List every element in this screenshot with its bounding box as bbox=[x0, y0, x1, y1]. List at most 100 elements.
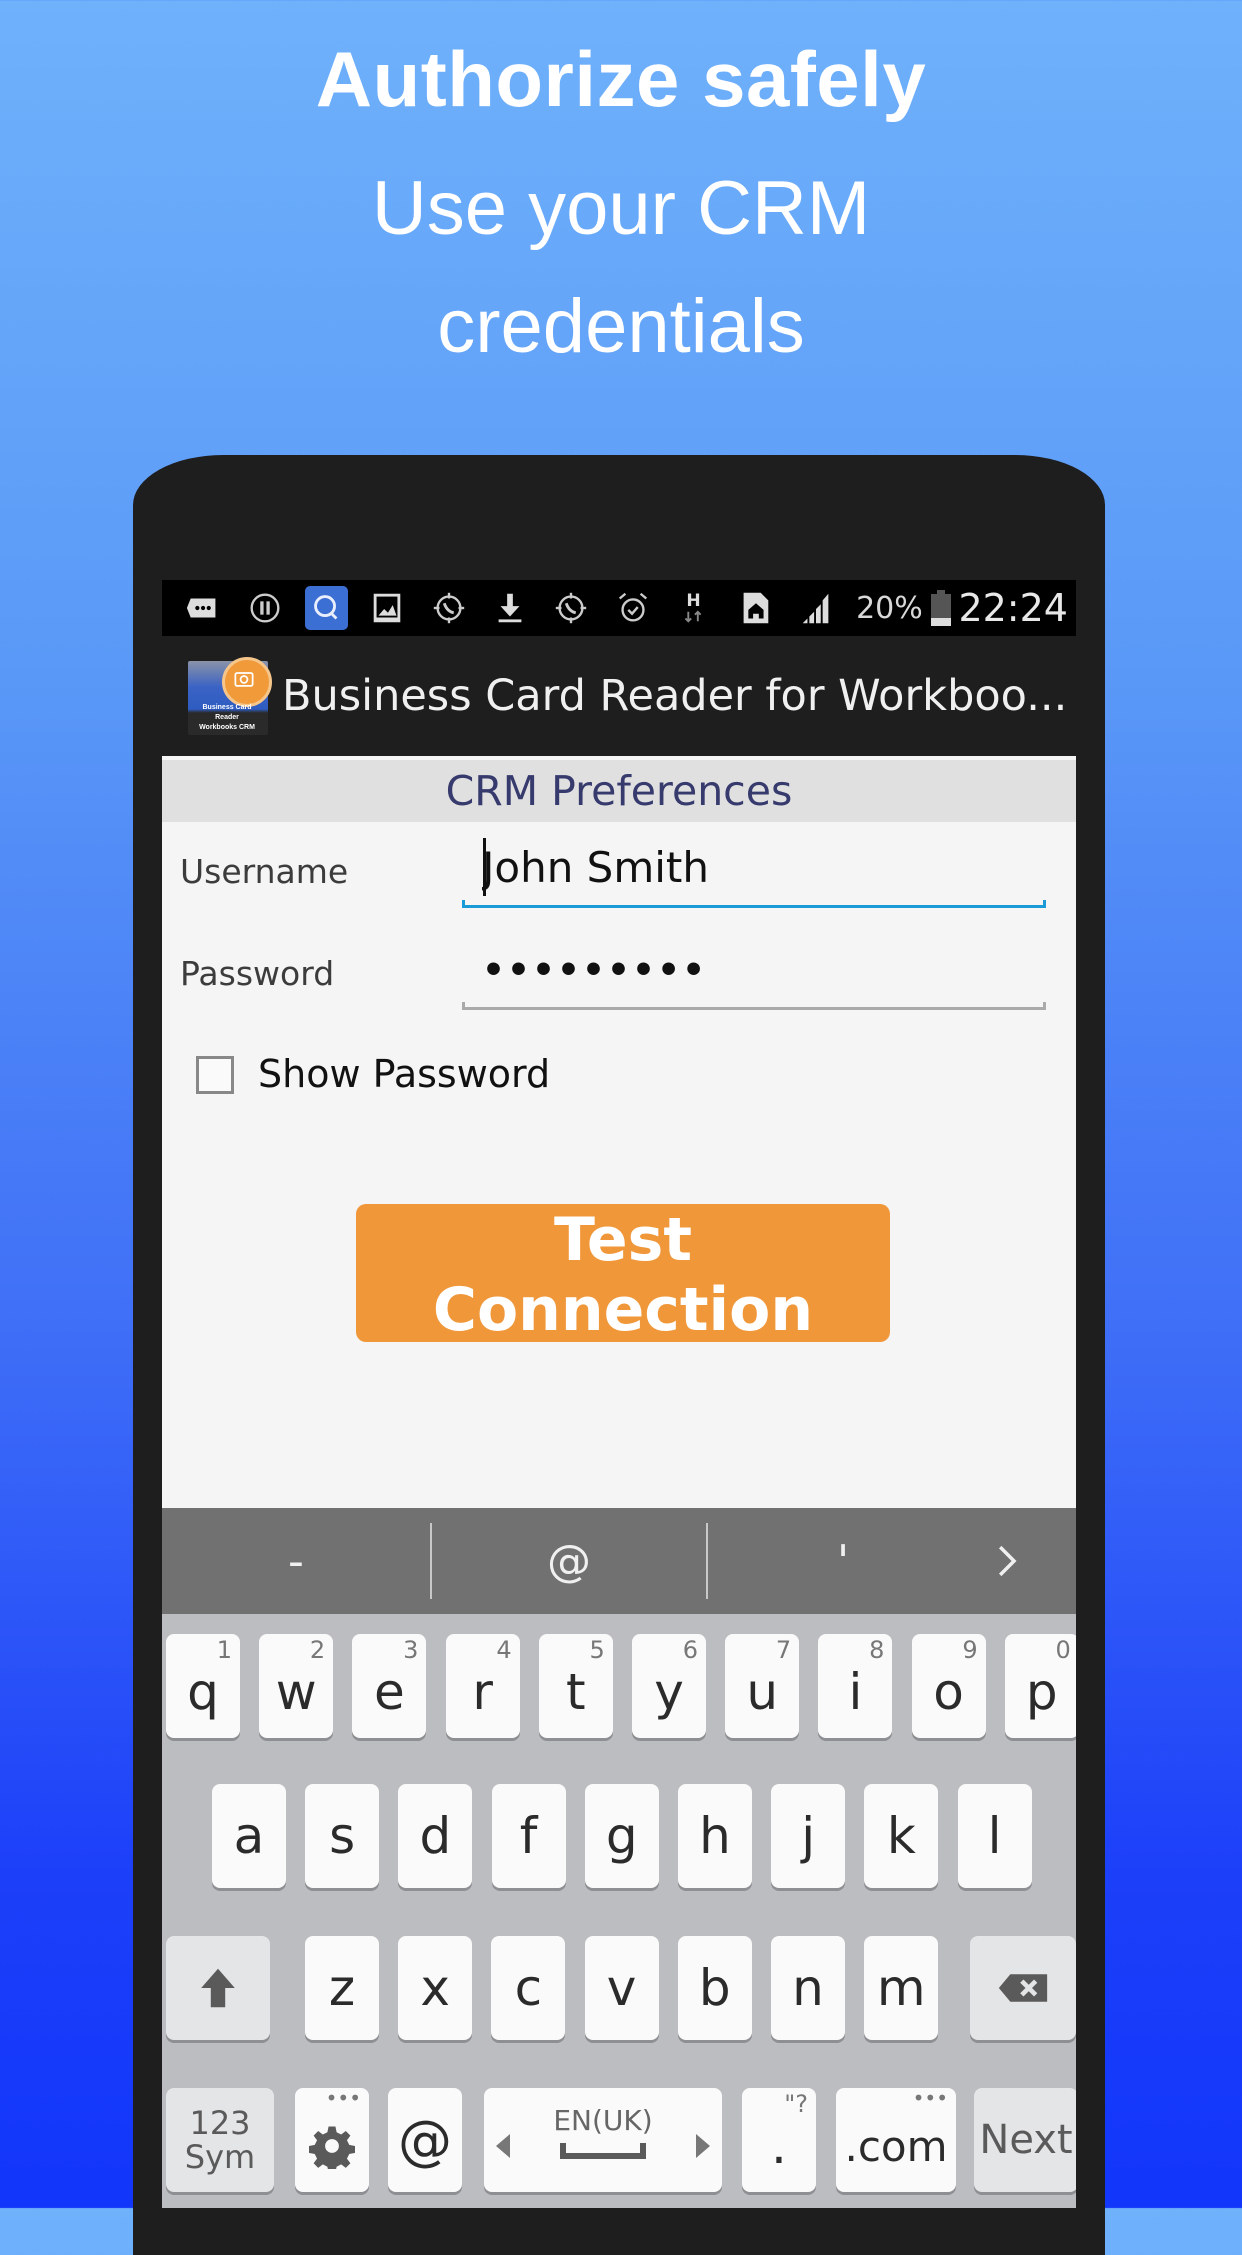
app-logo-caption-1: Business Card Reader bbox=[202, 704, 252, 721]
password-label: Password bbox=[180, 954, 335, 993]
test-connection-button[interactable]: Test Connection bbox=[356, 1204, 890, 1345]
key-label: q bbox=[187, 1663, 219, 1721]
backspace-key[interactable] bbox=[970, 1936, 1076, 2040]
key-a[interactable]: a bbox=[212, 1784, 286, 1888]
key-label: u bbox=[746, 1663, 779, 1721]
battery-percent: 20% bbox=[856, 590, 923, 626]
key-h[interactable]: h bbox=[678, 1784, 752, 1888]
key-n[interactable]: n bbox=[771, 1936, 845, 2040]
suggestion-item[interactable]: - bbox=[162, 1508, 430, 1614]
username-input[interactable] bbox=[462, 836, 1066, 898]
promo-title: Authorize safely bbox=[315, 35, 927, 123]
promo-subtitle-line1: Use your CRM bbox=[371, 166, 871, 251]
space-key[interactable]: EN(UK) bbox=[484, 2088, 722, 2192]
key-q[interactable]: 1q bbox=[166, 1634, 240, 1738]
key-f[interactable]: f bbox=[491, 1784, 566, 1888]
key-s[interactable]: s bbox=[305, 1784, 380, 1888]
key-l[interactable]: l bbox=[957, 1784, 1032, 1888]
password-underline bbox=[462, 1002, 1046, 1010]
caret-left-icon bbox=[496, 2112, 510, 2170]
app-logo-icon: Business Card Reader Workbooks CRM bbox=[188, 657, 272, 735]
key-m[interactable]: m bbox=[864, 1936, 939, 2040]
key-w[interactable]: 2w bbox=[259, 1634, 334, 1738]
text-cursor bbox=[483, 838, 486, 896]
key-e[interactable]: 3e bbox=[352, 1634, 427, 1738]
key-hint: 4 bbox=[496, 1636, 512, 1664]
show-password-row[interactable]: Show Password bbox=[162, 1026, 1076, 1136]
promo-subtitle-line2: credentials bbox=[437, 284, 805, 369]
key-x[interactable]: x bbox=[398, 1936, 473, 2040]
suggestion-item[interactable]: ' bbox=[708, 1508, 978, 1614]
key-label: p bbox=[1025, 1663, 1058, 1721]
language-label: EN(UK) bbox=[553, 2103, 653, 2137]
key-hint: 8 bbox=[869, 1636, 885, 1664]
key-label: w bbox=[275, 1663, 317, 1721]
key-hint: 9 bbox=[962, 1636, 978, 1664]
call-forward-icon bbox=[427, 586, 470, 630]
section-header: CRM Preferences bbox=[162, 760, 1076, 822]
app-bar: Business Card Reader Workbooks CRM Busin… bbox=[162, 636, 1076, 756]
app-logo-caption-2: Workbooks CRM bbox=[199, 724, 255, 731]
caret-right-icon bbox=[696, 2112, 710, 2170]
key-v[interactable]: v bbox=[584, 1936, 659, 2040]
username-underline bbox=[462, 900, 1046, 908]
keyboard: 1q2w3e4r5t6y7u8i9o0p asdfghjkl zxcvbnm 1… bbox=[162, 1614, 1076, 2208]
key-z[interactable]: z bbox=[305, 1936, 379, 2040]
symbols-key[interactable]: 123 Sym bbox=[166, 2088, 274, 2192]
key-label: i bbox=[848, 1663, 863, 1721]
key-hint: 5 bbox=[589, 1636, 605, 1664]
space-bar-icon bbox=[560, 2142, 646, 2159]
key-i[interactable]: 8i bbox=[818, 1634, 893, 1738]
period-key[interactable]: "? . bbox=[742, 2088, 816, 2192]
show-password-label[interactable]: Show Password bbox=[258, 1052, 550, 1096]
key-p[interactable]: 0p bbox=[1004, 1634, 1076, 1738]
key-hint: 1 bbox=[216, 1636, 232, 1664]
key-j[interactable]: j bbox=[771, 1784, 846, 1888]
key-label: r bbox=[472, 1663, 493, 1721]
keyboard-suggestion-bar: - @ ' bbox=[162, 1508, 1076, 1614]
key-hint: 7 bbox=[775, 1636, 792, 1664]
key-r[interactable]: 4r bbox=[445, 1634, 520, 1738]
symbols-key-line2: Sym bbox=[184, 2138, 256, 2176]
messages-icon bbox=[182, 586, 225, 630]
key-b[interactable]: b bbox=[677, 1936, 752, 2040]
key-k[interactable]: k bbox=[864, 1784, 939, 1888]
show-password-checkbox[interactable] bbox=[196, 1056, 234, 1094]
key-c[interactable]: c bbox=[491, 1936, 566, 2040]
key-hint: 2 bbox=[309, 1636, 326, 1664]
username-row: Username bbox=[162, 822, 1076, 924]
chevron-right-icon[interactable] bbox=[978, 1508, 1038, 1614]
signal-icon bbox=[795, 586, 838, 630]
settings-key[interactable]: ••• bbox=[295, 2086, 369, 2192]
hspa-data-icon: H bbox=[672, 586, 715, 630]
key-label: e bbox=[374, 1663, 405, 1721]
alarm-icon bbox=[611, 586, 654, 630]
key-d[interactable]: d bbox=[398, 1784, 473, 1888]
download-icon bbox=[488, 586, 531, 630]
sim-home-icon bbox=[734, 586, 777, 630]
gear-icon bbox=[309, 2126, 355, 2169]
call-forward-icon bbox=[550, 586, 593, 630]
key-u[interactable]: 7u bbox=[725, 1634, 800, 1738]
key-hint: 3 bbox=[403, 1636, 419, 1664]
dotcom-key[interactable]: ••• .com bbox=[836, 2086, 956, 2192]
next-key[interactable]: Next bbox=[974, 2088, 1076, 2192]
key-y[interactable]: 6y bbox=[632, 1634, 706, 1738]
key-o[interactable]: 9o bbox=[911, 1634, 986, 1738]
at-key[interactable]: @ bbox=[388, 2088, 462, 2192]
username-label: Username bbox=[180, 852, 349, 891]
key-g[interactable]: g bbox=[584, 1784, 659, 1888]
key-label: y bbox=[654, 1663, 684, 1721]
gallery-icon bbox=[366, 586, 409, 630]
app-title: Business Card Reader for Workboo... bbox=[282, 671, 1068, 721]
password-input[interactable] bbox=[462, 942, 1066, 998]
key-label: t bbox=[565, 1663, 586, 1721]
battery-icon bbox=[930, 590, 951, 626]
status-bar: H 20% 22:24 bbox=[162, 580, 1076, 636]
key-label: o bbox=[933, 1663, 964, 1721]
shift-key[interactable] bbox=[166, 1936, 270, 2040]
pause-icon bbox=[243, 586, 286, 630]
suggestion-item[interactable]: @ bbox=[432, 1508, 706, 1614]
key-t[interactable]: 5t bbox=[538, 1634, 613, 1738]
symbols-key-line1: 123 bbox=[189, 2104, 251, 2142]
